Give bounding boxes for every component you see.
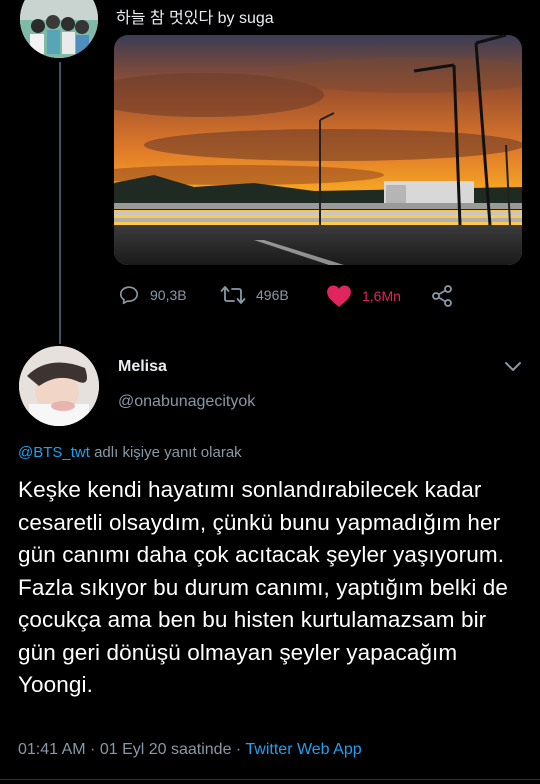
parent-tweet-text: 하늘 참 멋있다 by suga [116,10,274,27]
source-app-link[interactable]: Twitter Web App [245,741,361,758]
divider [0,779,540,780]
tweet-text: Keşke kendi hayatımı sonlandırabilecek k… [18,477,508,697]
chevron-down-icon [505,362,521,371]
reply-button[interactable]: 90,3B [118,284,187,306]
tweet-meta: 01:41 AM · 01 Eyl 20 saatinde · Twitter … [18,741,362,759]
reply-count: 90,3B [150,287,187,303]
share-button[interactable] [430,284,454,308]
avatar[interactable] [19,346,99,426]
avatar[interactable] [20,0,98,58]
heart-icon [327,285,351,307]
display-name[interactable]: Melisa [118,358,167,376]
thread-connector [59,62,61,344]
tweet-timestamp[interactable]: 01:41 AM · 01 Eyl 20 saatinde · [18,741,245,758]
retweet-button[interactable]: 496B [220,284,289,306]
reply-icon [119,286,139,305]
mention-link[interactable]: @BTS_twt [18,444,90,461]
like-count: 1,6Mn [362,288,401,304]
tweet-options-button[interactable] [503,356,523,381]
user-handle[interactable]: @onabunagecityok [118,393,255,411]
reply-context: @BTS_twt adlı kişiye yanıt olarak [18,444,242,461]
reply-context-label: adlı kişiye yanıt olarak [89,444,242,461]
tweet-media-image[interactable] [114,35,522,265]
retweet-count: 496B [256,287,289,303]
like-button[interactable]: 1,6Mn [326,284,401,308]
share-icon [432,285,452,307]
retweet-icon [220,286,246,304]
